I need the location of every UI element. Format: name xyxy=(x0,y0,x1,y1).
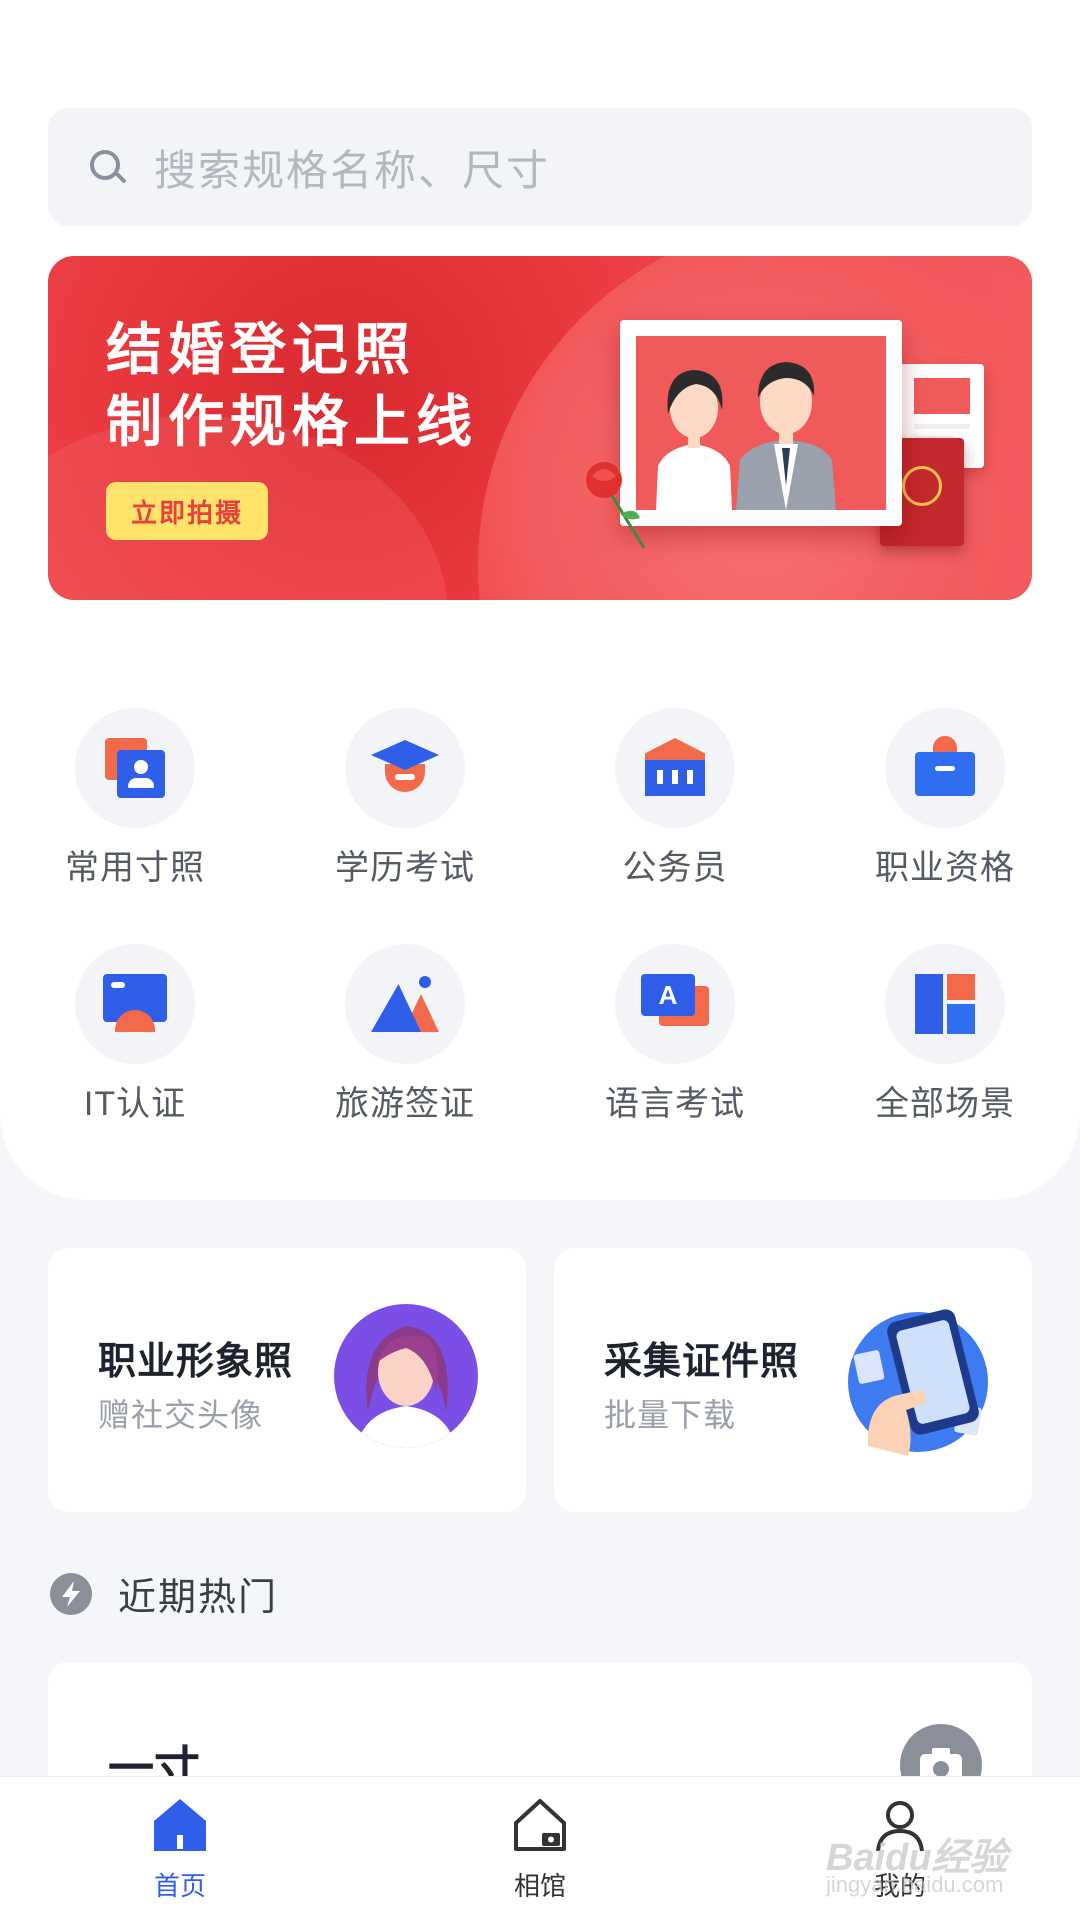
tab-gallery[interactable]: 相馆 xyxy=(460,1795,620,1903)
category-travel-visa[interactable]: 旅游签证 xyxy=(315,944,495,1125)
category-language-exam[interactable]: A 语言考试 xyxy=(585,944,765,1125)
category-civil-servant[interactable]: 公务员 xyxy=(585,708,765,889)
woman-avatar-icon xyxy=(334,1304,478,1448)
promo-banner[interactable]: 结婚登记照 制作规格上线 立即拍摄 xyxy=(48,256,1032,600)
studio-house-icon xyxy=(514,1799,566,1851)
briefcase-icon xyxy=(885,708,1005,828)
search-icon xyxy=(88,148,127,186)
category-common-sizes[interactable]: 常用寸照 xyxy=(45,708,225,889)
lightning-icon xyxy=(50,1572,92,1615)
home-icon xyxy=(154,1799,206,1851)
category-education-exam[interactable]: 学历考试 xyxy=(315,708,495,889)
category-all-scenes[interactable]: 全部场景 xyxy=(855,944,1035,1125)
category-professional-qualification[interactable]: 职业资格 xyxy=(855,708,1035,889)
monitor-icon xyxy=(75,944,195,1064)
government-building-icon xyxy=(615,708,735,828)
graduation-cap-icon xyxy=(345,708,465,828)
banner-title: 结婚登记照 制作规格上线 xyxy=(106,318,478,453)
category-it-certification[interactable]: IT认证 xyxy=(45,944,225,1125)
all-grid-icon xyxy=(885,944,1005,1064)
search-placeholder: 搜索规格名称、尺寸 xyxy=(154,146,551,194)
shoot-now-button[interactable]: 立即拍摄 xyxy=(106,482,268,540)
watermark-url: jingyan.baidu.com xyxy=(826,1872,1004,1897)
rose-icon xyxy=(586,462,646,549)
feature-card-professional-photo[interactable]: 职业形象照 赠社交头像 xyxy=(48,1248,526,1512)
wedding-photo-frame xyxy=(620,320,902,526)
portrait-id-icon xyxy=(75,708,195,828)
search-bar[interactable]: 搜索规格名称、尺寸 xyxy=(48,108,1032,226)
tab-home[interactable]: 首页 xyxy=(100,1795,260,1903)
phone-hand-icon xyxy=(848,1309,988,1456)
feature-card-collect-id-photo[interactable]: 采集证件照 批量下载 xyxy=(554,1248,1032,1512)
language-chat-icon: A xyxy=(615,944,735,1064)
recent-hot-section-header: 近期热门 xyxy=(50,1566,278,1621)
mountain-icon xyxy=(345,944,465,1064)
